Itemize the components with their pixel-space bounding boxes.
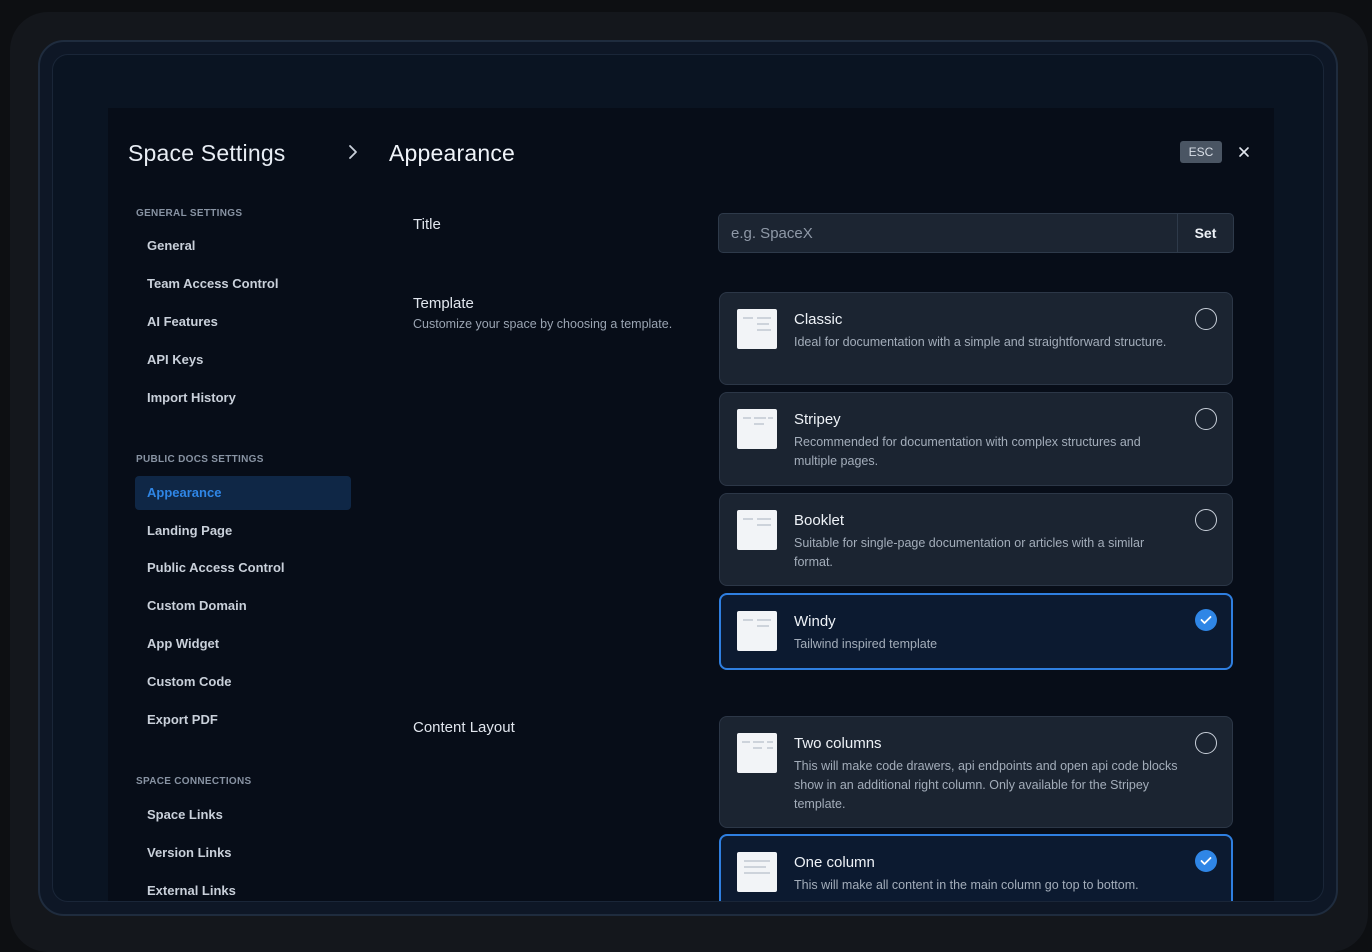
title-input[interactable] (718, 213, 1178, 253)
sidebar-item-app-widget[interactable]: App Widget (135, 627, 351, 661)
sidebar-item-external-links[interactable]: External Links (135, 874, 351, 901)
document-thumbnail-icon (737, 852, 777, 892)
sidebar-section-space-connections: SPACE CONNECTIONS (136, 776, 252, 787)
close-icon[interactable] (1234, 142, 1254, 162)
page-title: Appearance (389, 140, 516, 166)
template-option-description: Tailwind inspired template (794, 637, 938, 651)
template-option-classic[interactable]: Classic Ideal for documentation with a s… (719, 292, 1233, 385)
document-thumbnail-icon (737, 409, 777, 449)
radio-unchecked-icon[interactable] (1195, 732, 1217, 754)
template-field-description: Customize your space by choosing a templ… (413, 317, 673, 331)
template-option-title: Classic (794, 311, 843, 328)
document-thumbnail-icon (737, 733, 777, 773)
sidebar-item-custom-code[interactable]: Custom Code (135, 665, 351, 699)
template-option-description: Ideal for documentation with a simple an… (794, 335, 1167, 349)
template-option-booklet[interactable]: Booklet Suitable for single-page documen… (719, 493, 1233, 586)
esc-key-badge: ESC (1180, 141, 1222, 163)
radio-checked-icon[interactable] (1195, 609, 1217, 631)
sidebar-item-export-pdf[interactable]: Export PDF (135, 703, 351, 737)
content-layout-field-label: Content Layout (413, 719, 515, 736)
template-option-description: Suitable for single-page documentation o… (794, 536, 1145, 569)
sidebar-item-custom-domain[interactable]: Custom Domain (135, 589, 351, 623)
check-icon (1200, 857, 1212, 865)
layout-option-title: Two columns (794, 735, 882, 752)
template-option-windy[interactable]: Windy Tailwind inspired template (719, 593, 1233, 670)
template-field-label: Template (413, 295, 474, 312)
sidebar-item-landing-page[interactable]: Landing Page (135, 514, 351, 548)
settings-section-title: Space Settings (128, 140, 286, 166)
sidebar-item-public-access-control[interactable]: Public Access Control (135, 551, 351, 585)
radio-unchecked-icon[interactable] (1195, 408, 1217, 430)
sidebar-item-api-keys[interactable]: API Keys (135, 343, 351, 377)
template-option-title: Booklet (794, 512, 845, 529)
layout-option-two-columns[interactable]: Two columns This will make code drawers,… (719, 716, 1233, 828)
template-option-title: Stripey (794, 411, 841, 428)
sidebar-item-appearance[interactable]: Appearance (135, 476, 351, 510)
layout-option-description: This will make all content in the main c… (794, 878, 1139, 892)
sidebar-item-import-history[interactable]: Import History (135, 381, 351, 415)
chevron-right-icon (349, 145, 357, 159)
sidebar-item-space-links[interactable]: Space Links (135, 798, 351, 832)
radio-unchecked-icon[interactable] (1195, 509, 1217, 531)
template-option-stripey[interactable]: Stripey Recommended for documentation wi… (719, 392, 1233, 486)
sidebar-item-version-links[interactable]: Version Links (135, 836, 351, 870)
check-icon (1200, 616, 1212, 624)
layout-option-title: One column (794, 854, 875, 871)
document-thumbnail-icon (737, 510, 777, 550)
layout-option-description: This will make code drawers, api endpoin… (794, 759, 1178, 811)
sidebar-item-ai-features[interactable]: AI Features (135, 305, 351, 339)
sidebar-item-team-access-control[interactable]: Team Access Control (135, 267, 351, 301)
settings-modal: Space Settings Appearance ESC GENERAL SE… (108, 108, 1274, 901)
set-title-button[interactable]: Set (1177, 213, 1234, 253)
template-option-description: Recommended for documentation with compl… (794, 435, 1141, 468)
document-thumbnail-icon (737, 309, 777, 349)
document-thumbnail-icon (737, 611, 777, 651)
title-field-label: Title (413, 216, 441, 233)
sidebar-section-general: GENERAL SETTINGS (136, 208, 243, 219)
template-option-title: Windy (794, 613, 836, 630)
sidebar-item-general[interactable]: General (135, 229, 351, 263)
layout-option-one-column[interactable]: One column This will make all content in… (719, 834, 1233, 901)
sidebar-section-public-docs: PUBLIC DOCS SETTINGS (136, 454, 264, 465)
radio-unchecked-icon[interactable] (1195, 308, 1217, 330)
radio-checked-icon[interactable] (1195, 850, 1217, 872)
